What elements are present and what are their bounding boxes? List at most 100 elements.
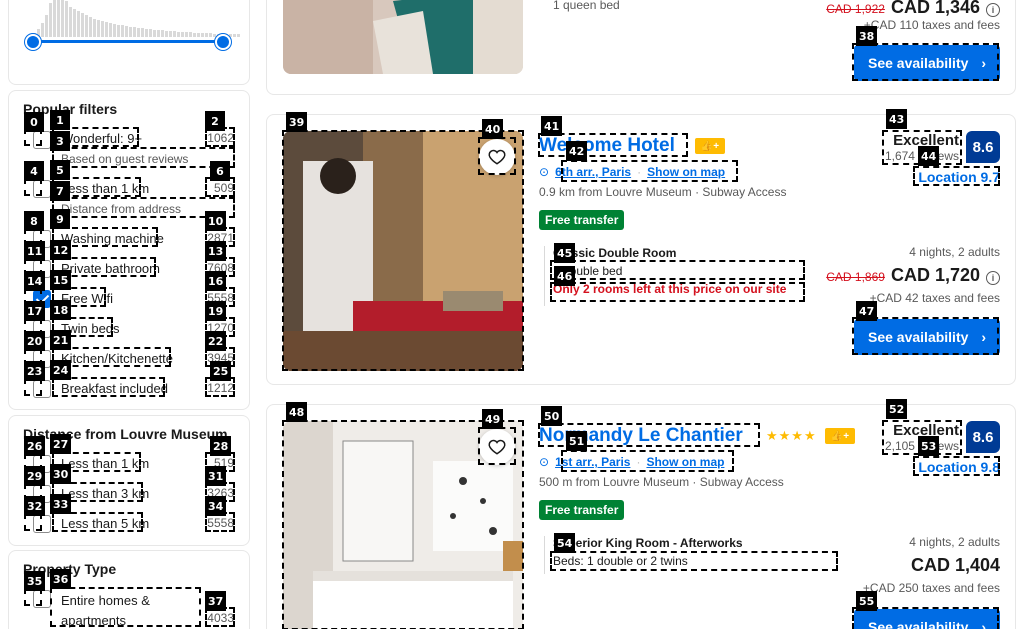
histogram-bar bbox=[101, 21, 104, 37]
property-label-entire-homes[interactable]: Entire homes & apartments bbox=[61, 591, 201, 629]
budget-panel bbox=[8, 0, 250, 85]
filter-label-private-bathroom[interactable]: Private bathroom bbox=[61, 261, 160, 276]
histogram-bar bbox=[237, 34, 240, 37]
chevron-right-icon: › bbox=[981, 55, 986, 71]
price-info-icon[interactable]: i bbox=[986, 271, 1000, 285]
see-availability-label-welcome: See availability bbox=[868, 329, 969, 345]
histogram-bar bbox=[121, 25, 124, 37]
som-marker: 4 bbox=[24, 161, 44, 181]
see-availability-button-top[interactable]: See availability › bbox=[854, 45, 1000, 81]
see-availability-button-welcome[interactable]: See availability › bbox=[854, 319, 1000, 355]
price-welcome: CAD 1,720 bbox=[890, 265, 980, 285]
som-marker: 27 bbox=[50, 434, 72, 454]
show-on-map-normandy[interactable]: Show on map bbox=[646, 455, 724, 469]
free-transfer-tag-welcome: Free transfer bbox=[539, 210, 625, 230]
room-bed-welcome: 1 double bed bbox=[553, 264, 623, 278]
district-link-normandy[interactable]: 1st arr., Paris bbox=[555, 455, 630, 469]
filter-sub-less-1km: Distance from address bbox=[61, 202, 182, 216]
price-row-welcome: CAD 1,869 CAD 1,720 i bbox=[826, 265, 1000, 286]
filter-label-washing-machine[interactable]: Washing machine bbox=[61, 231, 164, 246]
room-warning-welcome: Only 2 rooms left at this price on our s… bbox=[553, 282, 787, 296]
show-on-map-welcome[interactable]: Show on map bbox=[647, 165, 725, 179]
som-marker: 40 bbox=[482, 119, 504, 139]
histogram-bar bbox=[93, 19, 96, 37]
som-marker: 55 bbox=[856, 591, 878, 611]
histogram-bar bbox=[85, 15, 88, 37]
filter-checkbox-less-1km[interactable] bbox=[33, 180, 51, 198]
histogram-bar bbox=[205, 33, 208, 37]
see-availability-button-normandy[interactable]: See availability › bbox=[854, 609, 1000, 629]
histogram-bar bbox=[153, 30, 156, 37]
distance-count-5km: 5558 bbox=[207, 516, 234, 530]
district-link-welcome[interactable]: 6th arr., Paris bbox=[555, 165, 631, 179]
distance-welcome: 0.9 km from Louvre Museum · Subway Acces… bbox=[539, 185, 787, 199]
filter-label-kitchen[interactable]: Kitchen/Kitchenette bbox=[61, 351, 173, 366]
property-count-entire-homes: 4033 bbox=[207, 611, 234, 625]
transit-text-normandy: Subway Access bbox=[699, 475, 784, 489]
som-marker: 43 bbox=[886, 109, 908, 129]
price-slider-track[interactable] bbox=[33, 40, 225, 43]
histogram-bar bbox=[161, 30, 164, 37]
distance-label-5km[interactable]: Less than 5 km bbox=[61, 516, 149, 531]
filter-checkbox-breakfast[interactable] bbox=[33, 380, 51, 398]
free-transfer-tag-normandy: Free transfer bbox=[539, 500, 625, 520]
som-marker: 48 bbox=[286, 402, 308, 422]
hotel-card-welcome: Welcome Hotel 👍+ ⊙ 6th arr., Paris · Sho… bbox=[266, 114, 1016, 385]
map-pin-icon: ⊙ bbox=[539, 455, 550, 469]
map-pin-icon: ⊙ bbox=[539, 165, 550, 179]
filter-label-wonderful[interactable]: Wonderful: 9+ bbox=[61, 131, 142, 146]
som-marker: 33 bbox=[50, 494, 72, 514]
som-marker: 46 bbox=[554, 266, 576, 286]
histogram-bar bbox=[173, 31, 176, 37]
hotel-photo-top-image bbox=[283, 0, 523, 74]
som-marker: 2 bbox=[205, 111, 225, 131]
som-marker: 38 bbox=[856, 26, 878, 46]
review-score-normandy[interactable]: 8.6 bbox=[966, 421, 1000, 453]
som-marker: 15 bbox=[50, 270, 72, 290]
price-info-icon[interactable]: i bbox=[986, 3, 1000, 17]
som-marker: 51 bbox=[566, 431, 588, 451]
property-checkbox-entire-homes[interactable] bbox=[33, 590, 51, 608]
hotel-name-welcome[interactable]: Welcome Hotel bbox=[539, 135, 675, 157]
price-normandy: CAD 1,404 bbox=[910, 555, 1000, 575]
som-marker: 17 bbox=[24, 301, 46, 321]
som-marker: 41 bbox=[541, 116, 563, 136]
distance-checkbox-5km[interactable] bbox=[33, 515, 51, 533]
price-slider-max-handle[interactable] bbox=[215, 34, 231, 50]
filter-label-breakfast[interactable]: Breakfast included bbox=[61, 381, 168, 396]
som-marker: 9 bbox=[50, 209, 70, 229]
chevron-right-icon: › bbox=[981, 619, 986, 629]
old-price-welcome: CAD 1,869 bbox=[826, 270, 885, 284]
histogram-bar bbox=[109, 23, 112, 37]
som-marker: 13 bbox=[205, 241, 227, 261]
transit-text-welcome: Subway Access bbox=[702, 185, 787, 199]
chevron-right-icon: › bbox=[981, 329, 986, 345]
heart-icon[interactable] bbox=[479, 139, 515, 175]
som-marker: 11 bbox=[24, 241, 46, 261]
som-marker: 53 bbox=[918, 436, 940, 456]
histogram-bar bbox=[65, 1, 68, 37]
som-marker: 5 bbox=[50, 160, 70, 180]
histogram-bar bbox=[113, 24, 116, 37]
som-marker: 21 bbox=[50, 330, 72, 350]
som-marker: 32 bbox=[24, 496, 46, 516]
som-marker: 49 bbox=[482, 409, 504, 429]
price-row-top: CAD 1,922 CAD 1,346 i bbox=[826, 0, 1000, 18]
hotel-photo-top[interactable] bbox=[283, 0, 523, 74]
filter-label-less-1km[interactable]: Less than 1 km bbox=[61, 181, 149, 196]
som-marker: 19 bbox=[205, 301, 227, 321]
som-marker: 1 bbox=[50, 110, 70, 130]
som-marker: 14 bbox=[24, 271, 46, 291]
distance-label-1km[interactable]: Less than 1 km bbox=[61, 456, 149, 471]
heart-icon[interactable] bbox=[479, 429, 515, 465]
histogram-bar bbox=[145, 29, 148, 37]
location-score-normandy: Location 9.8 bbox=[918, 459, 1000, 475]
som-marker: 6 bbox=[210, 161, 230, 181]
distance-label-3km[interactable]: Less than 3 km bbox=[61, 486, 149, 501]
som-marker: 7 bbox=[50, 181, 70, 201]
histogram-bar bbox=[233, 34, 236, 37]
taxes-top: +CAD 110 taxes and fees bbox=[863, 18, 1000, 32]
filter-checkbox-wonderful[interactable] bbox=[33, 131, 51, 149]
review-score-welcome[interactable]: 8.6 bbox=[966, 131, 1000, 163]
price-slider-min-handle[interactable] bbox=[25, 34, 41, 50]
